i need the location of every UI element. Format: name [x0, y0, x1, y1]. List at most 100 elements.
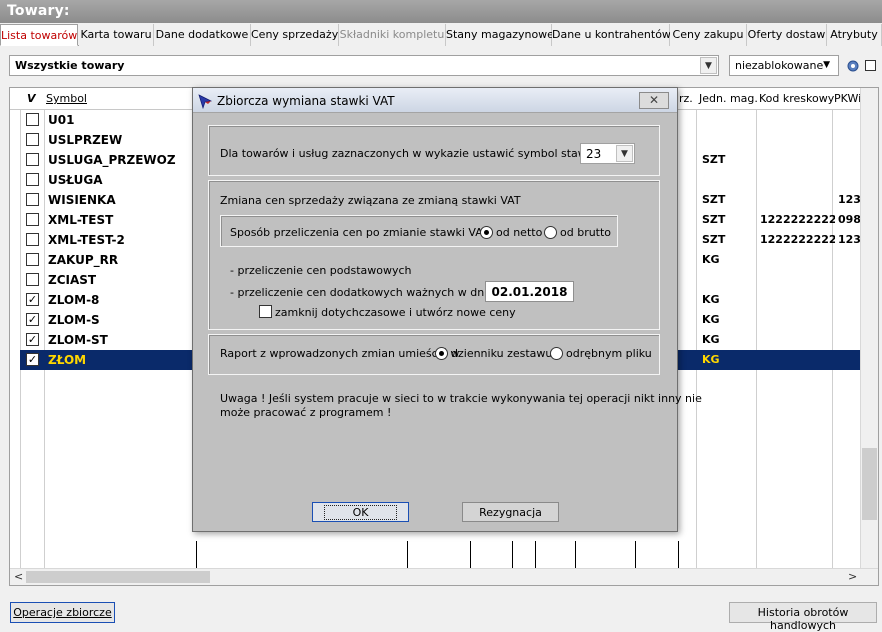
group-filter-combo[interactable]: Wszystkie towary ▼ [9, 55, 719, 76]
group-filter-value: Wszystkie towary [15, 59, 125, 72]
warning-line-1: Uwaga ! Jeśli system pracuje w sieci to … [220, 392, 702, 405]
tab-skladniki-kompletu: Składniki kompletu [339, 24, 446, 46]
column-header-symbol[interactable]: Symbol [46, 92, 87, 105]
method-label: Sposób przeliczenia cen po zmianie stawk… [230, 226, 489, 239]
cancel-button[interactable]: Rezygnacja [462, 502, 559, 522]
row-symbol: ZLOM-8 [48, 293, 100, 307]
horizontal-scroll-thumb[interactable] [26, 571, 210, 583]
row-checkbox[interactable] [26, 173, 39, 186]
row-checkbox[interactable] [26, 193, 39, 206]
radio-brutto-label: od brutto [560, 226, 612, 239]
scroll-left-icon[interactable]: < [14, 570, 23, 583]
vertical-scroll-thumb[interactable] [862, 448, 877, 520]
row-symbol: ZŁOM [48, 353, 87, 367]
dialog-titlebar: Zbiorcza wymiana stawki VAT ✕ [193, 88, 677, 113]
bulk-operations-button[interactable]: Operacje zbiorcze [10, 602, 115, 623]
close-prices-label: zamknij dotychczasowe i utwórz nowe ceny [275, 306, 516, 319]
ok-button[interactable]: OK [312, 502, 409, 522]
row-checkbox[interactable] [26, 113, 39, 126]
tab-oferty-dostaw[interactable]: Oferty dostaw [747, 24, 827, 46]
radio-netto-label: od netto [496, 226, 543, 239]
column-header-jednostka[interactable]: Jedn. mag. [699, 92, 758, 105]
row-symbol: USŁUGA [48, 173, 103, 187]
radio-netto[interactable] [480, 226, 493, 239]
radio-file[interactable] [550, 347, 563, 360]
row-symbol: WISIENKA [48, 193, 116, 207]
chevron-down-icon[interactable]: ▼ [616, 145, 633, 162]
radio-brutto[interactable] [544, 226, 557, 239]
row-jm: KG [702, 313, 720, 326]
radio-journal-label: dzienniku zestawu [451, 347, 553, 360]
tab-ceny-zakupu[interactable]: Ceny zakupu [670, 24, 747, 46]
tab-lista-towarow[interactable]: Lista towarów [0, 24, 78, 46]
row-symbol: ZCIAST [48, 273, 97, 287]
row-symbol: XML-TEST-2 [48, 233, 125, 247]
row-jm: SZT [702, 233, 726, 246]
row-checkbox[interactable] [26, 253, 39, 266]
column-header-pkwiu[interactable]: PKWi [834, 92, 861, 105]
row-jm: KG [702, 293, 720, 306]
tab-karta-towaru[interactable]: Karta towaru [79, 24, 154, 46]
column-header-check[interactable]: V [27, 92, 36, 105]
vat-symbol-select[interactable]: 23 ▼ [580, 143, 635, 164]
row-symbol: USLUGA_PRZEWOZ [48, 153, 176, 167]
settings-icon[interactable] [845, 58, 861, 74]
row-checkbox[interactable] [26, 233, 39, 246]
window-title: Towary: [0, 0, 882, 23]
row-checkbox[interactable] [26, 133, 39, 146]
price-change-label: Zmiana cen sprzedaży związana ze zmianą … [220, 194, 521, 207]
scroll-right-icon[interactable]: > [848, 570, 857, 583]
close-prices-checkbox[interactable] [259, 305, 272, 318]
bulk-operations-label: Operacje zbiorcze [13, 606, 112, 619]
row-kod: 1222222222222 [760, 233, 835, 246]
app-logo-icon [197, 93, 213, 110]
chevron-down-icon[interactable]: ▼ [700, 57, 717, 74]
row-checkbox[interactable] [26, 213, 39, 226]
vat-symbol-value: 23 [586, 147, 602, 161]
date-field[interactable]: 02.01.2018 [485, 281, 574, 302]
tab-atrybuty[interactable]: Atrybuty [827, 24, 882, 46]
row-jm: SZT [702, 213, 726, 226]
row-checkbox[interactable]: ✓ [26, 353, 39, 366]
column-header-rz[interactable]: rz. [679, 92, 693, 105]
dialog-title: Zbiorcza wymiana stawki VAT [217, 94, 395, 108]
row-checkbox[interactable]: ✓ [26, 313, 39, 326]
row-kod: 1222222222222 [760, 213, 835, 226]
row-jm: SZT [702, 153, 726, 166]
row-symbol: ZLOM-ST [48, 333, 108, 347]
row-symbol: ZAKUP_RR [48, 253, 119, 267]
report-label: Raport z wprowadzonych zmian umieścić w [220, 347, 460, 360]
close-icon[interactable]: ✕ [639, 92, 669, 109]
warning-line-2: może pracować z programem ! [220, 406, 392, 419]
row-jm: KG [702, 333, 720, 346]
radio-file-label: odrębnym pliku [566, 347, 652, 360]
vat-symbol-label: Dla towarów i usług zaznaczonych w wykaz… [220, 147, 628, 160]
tab-ceny-sprzedazy[interactable]: Ceny sprzedaży [251, 24, 339, 46]
recalc-extra-label: - przeliczenie cen dodatkowych ważnych w… [230, 286, 517, 299]
row-symbol: U01 [48, 113, 75, 127]
tab-stany-magazynowe[interactable]: Stany magazynowe [446, 24, 554, 46]
tab-dane-u-kontrahentow[interactable]: Dane u kontrahentów [552, 24, 671, 46]
recalc-base-label: - przeliczenie cen podstawowych [230, 264, 412, 277]
row-checkbox[interactable]: ✓ [26, 293, 39, 306]
history-button[interactable]: Historia obrotów handlowych [729, 602, 877, 632]
vat-change-dialog: Zbiorcza wymiana stawki VAT ✕ Dla towaró… [192, 87, 702, 532]
tab-dane-dodatkowe[interactable]: Dane dodatkowe [154, 24, 251, 46]
row-symbol: XML-TEST [48, 213, 114, 227]
row-checkbox[interactable] [26, 273, 39, 286]
column-header-kod-kreskowy[interactable]: Kod kreskowy [759, 92, 834, 105]
chevron-down-icon[interactable]: ▼ [823, 60, 830, 70]
ok-button-label: OK [323, 505, 398, 520]
row-checkbox[interactable] [26, 153, 39, 166]
status-filter-value: niezablokowane [735, 59, 824, 72]
row-symbol: USLPRZEW [48, 133, 123, 147]
row-jm: SZT [702, 193, 726, 206]
row-symbol: ZLOM-S [48, 313, 100, 327]
status-filter-combo[interactable]: niezablokowane ▼ [729, 55, 839, 76]
radio-journal[interactable] [435, 347, 448, 360]
tab-bar: Lista towarów Karta towaru Dane dodatkow… [0, 24, 882, 46]
row-jm: KG [702, 353, 720, 366]
filter-checkbox[interactable] [865, 60, 876, 71]
row-checkbox[interactable]: ✓ [26, 333, 39, 346]
row-jm: KG [702, 253, 720, 266]
